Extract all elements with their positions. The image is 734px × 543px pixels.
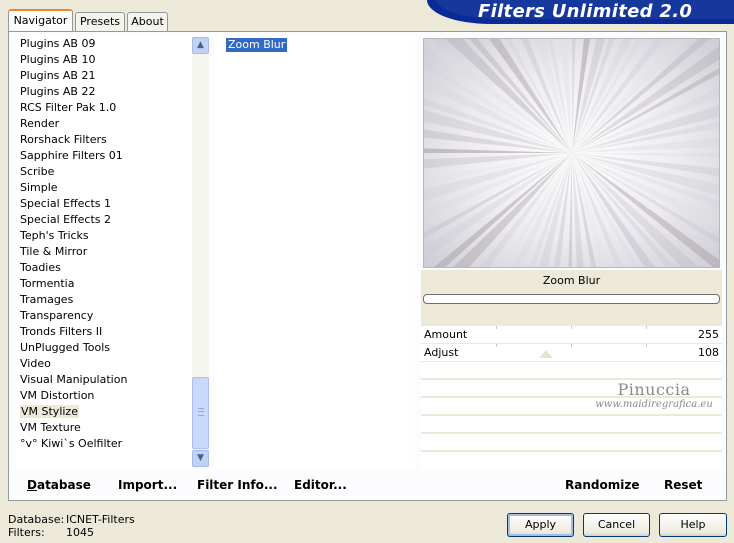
- category-item[interactable]: Simple: [12, 180, 192, 196]
- tab-presets[interactable]: Presets: [75, 12, 125, 31]
- category-item[interactable]: Toadies: [12, 260, 192, 276]
- category-item-label: Plugins AB 09: [20, 37, 96, 50]
- scroll-down-arrow-icon[interactable]: ▼: [192, 450, 209, 467]
- empty-param-row: [421, 434, 722, 450]
- import-button[interactable]: Import...: [118, 478, 177, 492]
- category-item-label: Scribe: [20, 165, 55, 178]
- database-info: Database: ICNET-Filters: [8, 513, 135, 526]
- database-info-value: ICNET-Filters: [66, 513, 135, 526]
- category-item[interactable]: UnPlugged Tools: [12, 340, 192, 356]
- category-item-label: Tormentia: [20, 277, 75, 290]
- filters-count: Filters: 1045: [8, 526, 94, 539]
- category-item[interactable]: Plugins AB 21: [12, 68, 192, 84]
- param-row-adjust[interactable]: Adjust 108: [421, 344, 722, 361]
- zoom-blur-preview: [424, 39, 719, 267]
- cancel-button[interactable]: Cancel: [583, 513, 650, 537]
- category-item-label: Visual Manipulation: [20, 373, 128, 386]
- category-item[interactable]: Tronds Filters II: [12, 324, 192, 340]
- database-mnemonic: D: [27, 478, 37, 492]
- empty-param-row: [421, 362, 722, 378]
- watermark-url: www.maidiregrafica.eu: [595, 399, 713, 410]
- param-row-amount[interactable]: Amount 255: [421, 326, 722, 343]
- param-name-adjust: Adjust: [424, 346, 459, 359]
- category-item-label: Teph's Tricks: [20, 229, 89, 242]
- slider-handle-icon[interactable]: [539, 350, 553, 358]
- category-item-label: Plugins AB 22: [20, 85, 96, 98]
- apply-button[interactable]: Apply: [507, 513, 574, 537]
- category-item-label: Video: [20, 357, 51, 370]
- category-item[interactable]: VM Distortion: [12, 388, 192, 404]
- scroll-up-arrow-icon[interactable]: ▲: [192, 37, 209, 54]
- category-item-label: VM Distortion: [20, 389, 95, 402]
- category-item-label: Render: [20, 117, 60, 130]
- database-label-rest: atabase: [36, 478, 91, 492]
- category-item-label: VM Texture: [20, 421, 81, 434]
- empty-param-row: [421, 452, 722, 468]
- category-item[interactable]: VM Texture: [12, 420, 192, 436]
- category-item-label: RCS Filter Pak 1.0: [20, 101, 117, 114]
- app-title: Filters Unlimited 2.0: [478, 1, 693, 22]
- category-item[interactable]: RCS Filter Pak 1.0: [12, 100, 192, 116]
- category-item[interactable]: Transparency: [12, 308, 192, 324]
- category-scrollbar[interactable]: ▲ ▼: [192, 37, 209, 467]
- category-item-label: Plugins AB 21: [20, 69, 96, 82]
- category-item[interactable]: Scribe: [12, 164, 192, 180]
- category-item[interactable]: Video: [12, 356, 192, 372]
- category-item[interactable]: VM Stylize: [12, 404, 192, 420]
- category-item-label: Plugins AB 10: [20, 53, 96, 66]
- progress-bar: [423, 294, 720, 304]
- category-item[interactable]: Plugins AB 10: [12, 52, 192, 68]
- help-button[interactable]: Help: [659, 513, 727, 537]
- category-item[interactable]: Teph's Tricks: [12, 228, 192, 244]
- category-item[interactable]: °v° Kiwi`s Oelfilter: [12, 436, 192, 452]
- category-item-label: Tile & Mirror: [20, 245, 88, 258]
- filter-item-zoom-blur[interactable]: Zoom Blur: [226, 38, 288, 52]
- category-item-label: Special Effects 2: [20, 213, 112, 226]
- category-item-label: Tronds Filters II: [20, 325, 103, 338]
- empty-param-row: [421, 416, 722, 432]
- category-item-label: Simple: [20, 181, 58, 194]
- category-item[interactable]: Tile & Mirror: [12, 244, 192, 260]
- scroll-thumb[interactable]: [192, 377, 209, 449]
- category-item[interactable]: Rorshack Filters: [12, 132, 192, 148]
- category-item[interactable]: Plugins AB 09: [12, 36, 192, 52]
- category-item-label: Toadies: [20, 261, 61, 274]
- category-list[interactable]: Plugins AB 09 Plugins AB 10 Plugins AB 21 P…: [12, 36, 208, 468]
- category-item[interactable]: Special Effects 1: [12, 196, 192, 212]
- category-item[interactable]: Special Effects 2: [12, 212, 192, 228]
- category-item[interactable]: Tormentia: [12, 276, 192, 292]
- filters-count-value: 1045: [66, 526, 94, 539]
- category-item[interactable]: Tramages: [12, 292, 192, 308]
- filter-name-label: Zoom Blur: [542, 274, 601, 287]
- database-button[interactable]: Database: [27, 478, 91, 492]
- category-item[interactable]: Render: [12, 116, 192, 132]
- category-item-label: Tramages: [20, 293, 74, 306]
- database-info-label: Database:: [8, 513, 65, 526]
- watermark: Pinuccia www.maidiregrafica.eu: [586, 382, 722, 411]
- param-value-amount: 255: [698, 328, 719, 341]
- tab-about[interactable]: About: [127, 12, 168, 31]
- category-item-label: Sapphire Filters 01: [20, 149, 123, 162]
- watermark-name: Pinuccia: [617, 380, 691, 399]
- category-item-label: Rorshack Filters: [20, 133, 107, 146]
- category-item-label: UnPlugged Tools: [20, 341, 110, 354]
- reset-button[interactable]: Reset: [664, 478, 702, 492]
- editor-button[interactable]: Editor...: [294, 478, 347, 492]
- filter-info-button[interactable]: Filter Info...: [197, 478, 278, 492]
- param-value-adjust: 108: [698, 346, 719, 359]
- tab-navigator[interactable]: Navigator: [8, 9, 73, 31]
- category-item-label: Transparency: [20, 309, 94, 322]
- category-item[interactable]: Sapphire Filters 01: [12, 148, 192, 164]
- filters-count-label: Filters:: [8, 526, 45, 539]
- param-name-amount: Amount: [424, 328, 468, 341]
- category-item-label: Special Effects 1: [20, 197, 112, 210]
- category-items: Plugins AB 09 Plugins AB 10 Plugins AB 21 P…: [12, 36, 192, 452]
- preview-image: [423, 38, 720, 268]
- category-item[interactable]: Plugins AB 22: [12, 84, 192, 100]
- category-item-label: °v° Kiwi`s Oelfilter: [20, 437, 123, 450]
- category-item[interactable]: Visual Manipulation: [12, 372, 192, 388]
- category-item-label: VM Stylize: [20, 405, 79, 418]
- randomize-button[interactable]: Randomize: [565, 478, 639, 492]
- filter-list[interactable]: Zoom Blur: [215, 36, 415, 468]
